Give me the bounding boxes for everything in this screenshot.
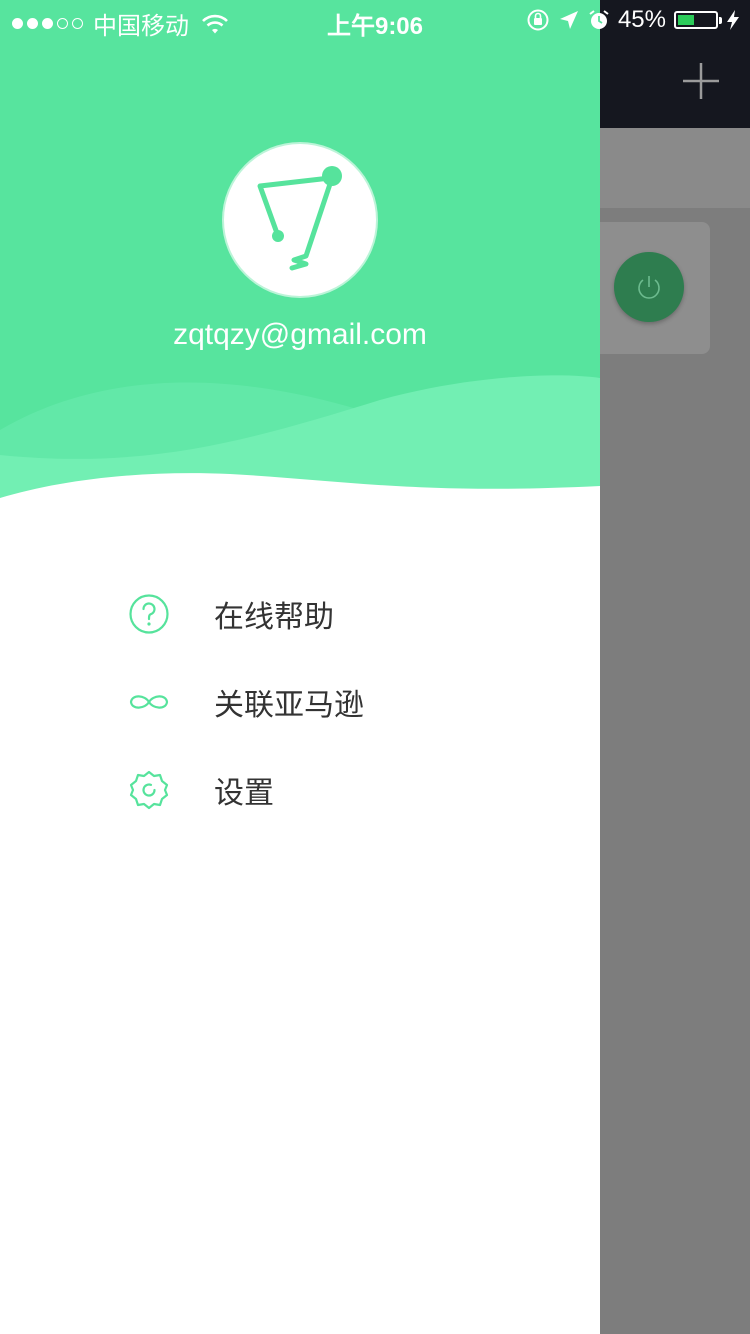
gear-icon [128,769,170,811]
status-bar: 中国移动 上午9:06 45% [0,0,750,40]
menu-item-help[interactable]: 在线帮助 [0,574,600,654]
status-right: 45% [526,6,740,34]
location-arrow-icon [559,11,578,29]
user-email: zqtqzy@gmail.com [173,318,427,351]
app-logo-icon [257,166,342,271]
menu-item-help-label: 在线帮助 [214,600,334,635]
alarm-icon [589,10,609,29]
menu-item-amazon-label: 关联亚马逊 [214,688,364,723]
menu-item-amazon[interactable]: 关联亚马逊 [0,662,600,742]
menu-item-settings[interactable]: 设置 [0,750,600,830]
rotation-lock-icon [527,9,549,31]
power-button[interactable] [614,252,684,322]
add-icon[interactable] [680,60,722,102]
battery-icon [674,11,722,29]
battery-percent: 45% [617,6,666,33]
side-drawer: zqtqzy@gmail.com 在线帮助 关联亚马逊 设置 [0,0,600,1334]
link-infinity-icon [128,681,170,723]
charging-bolt-icon [727,10,739,30]
help-circle-icon [128,593,170,635]
user-avatar[interactable] [224,144,376,296]
menu-item-settings-label: 设置 [214,776,274,811]
battery-level-fill [678,15,694,25]
power-icon [638,276,660,299]
